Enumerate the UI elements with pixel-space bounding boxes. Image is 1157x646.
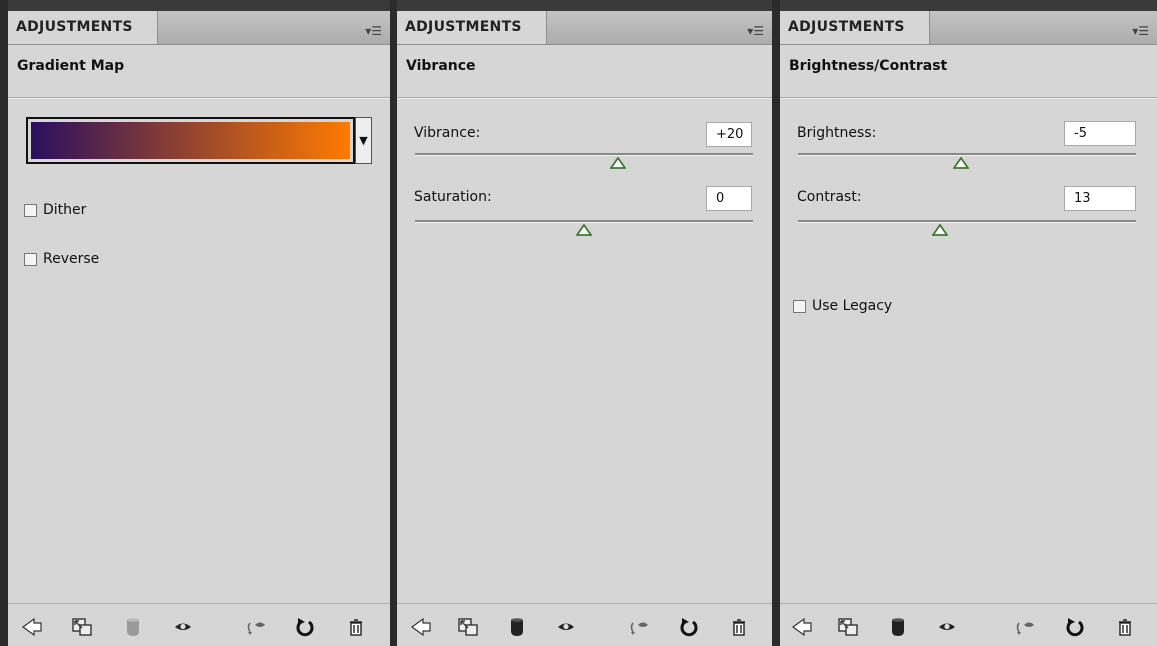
panel-title: Brightness/Contrast [789, 58, 948, 74]
trash-icon[interactable] [728, 617, 750, 637]
use-legacy-label: Use Legacy [812, 298, 893, 314]
panel-footer [8, 603, 390, 646]
expand-view-icon[interactable] [71, 617, 93, 637]
adjustments-tab[interactable]: ADJUSTMENTS [397, 11, 547, 44]
divider [8, 97, 390, 99]
trash-icon[interactable] [345, 617, 367, 637]
contrast-slider-track[interactable] [798, 220, 1136, 223]
panel-footer [780, 603, 1157, 646]
saturation-slider-track[interactable] [415, 220, 753, 223]
saturation-slider-thumb[interactable] [576, 224, 592, 236]
eye-icon[interactable] [555, 617, 577, 637]
vibrance-panel: ADJUSTMENTS ▾☰ Vibrance Vibrance: +20 Sa… [397, 0, 772, 646]
panel-menu-icon[interactable]: ▾☰ [747, 24, 764, 38]
brightness-contrast-panel: ADJUSTMENTS ▾☰ Brightness/Contrast Brigh… [780, 0, 1157, 646]
gradient-map-panel: ADJUSTMENTS ▾☰ Gradient Map ▼ Dither Rev… [8, 0, 390, 646]
reset-icon[interactable] [1064, 617, 1086, 637]
brightness-label: Brightness: [797, 125, 877, 141]
vibrance-slider-thumb[interactable] [609, 157, 626, 169]
checkbox-box[interactable] [24, 252, 37, 266]
brightness-slider-track[interactable] [798, 153, 1136, 156]
clip-to-layer-icon[interactable] [887, 617, 909, 637]
gradient-picker[interactable] [26, 117, 355, 164]
brightness-input[interactable]: -5 [1064, 121, 1136, 146]
vibrance-label: Vibrance: [414, 125, 481, 141]
dither-label: Dither [43, 202, 87, 218]
panel-tabbar: ADJUSTMENTS ▾☰ [8, 11, 390, 45]
clip-to-layer-icon[interactable] [122, 617, 144, 637]
adjustments-tab[interactable]: ADJUSTMENTS [8, 11, 158, 44]
vibrance-slider-track[interactable] [415, 153, 753, 156]
gradient-dropdown-button[interactable]: ▼ [355, 117, 372, 164]
divider [780, 97, 1157, 99]
view-previous-state-icon[interactable] [1014, 617, 1036, 637]
panel-tabbar: ADJUSTMENTS ▾☰ [397, 11, 772, 45]
back-arrow-icon[interactable] [791, 617, 813, 637]
back-arrow-icon[interactable] [410, 617, 432, 637]
saturation-input[interactable]: 0 [706, 186, 752, 211]
contrast-input[interactable]: 13 [1064, 186, 1136, 211]
checkbox-box[interactable] [793, 299, 806, 313]
panel-footer [397, 603, 772, 646]
vibrance-input[interactable]: +20 [706, 122, 752, 147]
contrast-label: Contrast: [797, 189, 862, 205]
brightness-slider-thumb[interactable] [953, 157, 970, 169]
panel-title: Vibrance [406, 58, 476, 74]
expand-view-icon[interactable] [457, 617, 479, 637]
gradient-preview[interactable] [31, 122, 350, 159]
reverse-checkbox[interactable]: Reverse [24, 251, 99, 267]
dither-checkbox[interactable]: Dither [24, 202, 86, 218]
reset-icon[interactable] [678, 617, 700, 637]
trash-icon[interactable] [1114, 617, 1136, 637]
clip-to-layer-icon[interactable] [506, 617, 528, 637]
expand-view-icon[interactable] [837, 617, 859, 637]
adjustments-tab[interactable]: ADJUSTMENTS [780, 11, 930, 44]
contrast-slider-thumb[interactable] [931, 224, 948, 236]
view-previous-state-icon[interactable] [245, 617, 267, 637]
panel-title: Gradient Map [17, 58, 125, 74]
use-legacy-checkbox[interactable]: Use Legacy [793, 298, 892, 314]
divider [397, 97, 772, 99]
reset-icon[interactable] [294, 617, 316, 637]
eye-icon[interactable] [172, 617, 194, 637]
checkbox-box[interactable] [24, 203, 37, 217]
saturation-label: Saturation: [414, 189, 492, 205]
panel-menu-icon[interactable]: ▾☰ [365, 24, 382, 38]
panel-menu-icon[interactable]: ▾☰ [1132, 24, 1149, 38]
reverse-label: Reverse [43, 251, 100, 267]
panel-tabbar: ADJUSTMENTS ▾☰ [780, 11, 1157, 45]
view-previous-state-icon[interactable] [628, 617, 650, 637]
back-arrow-icon[interactable] [21, 617, 43, 637]
eye-icon[interactable] [936, 617, 958, 637]
